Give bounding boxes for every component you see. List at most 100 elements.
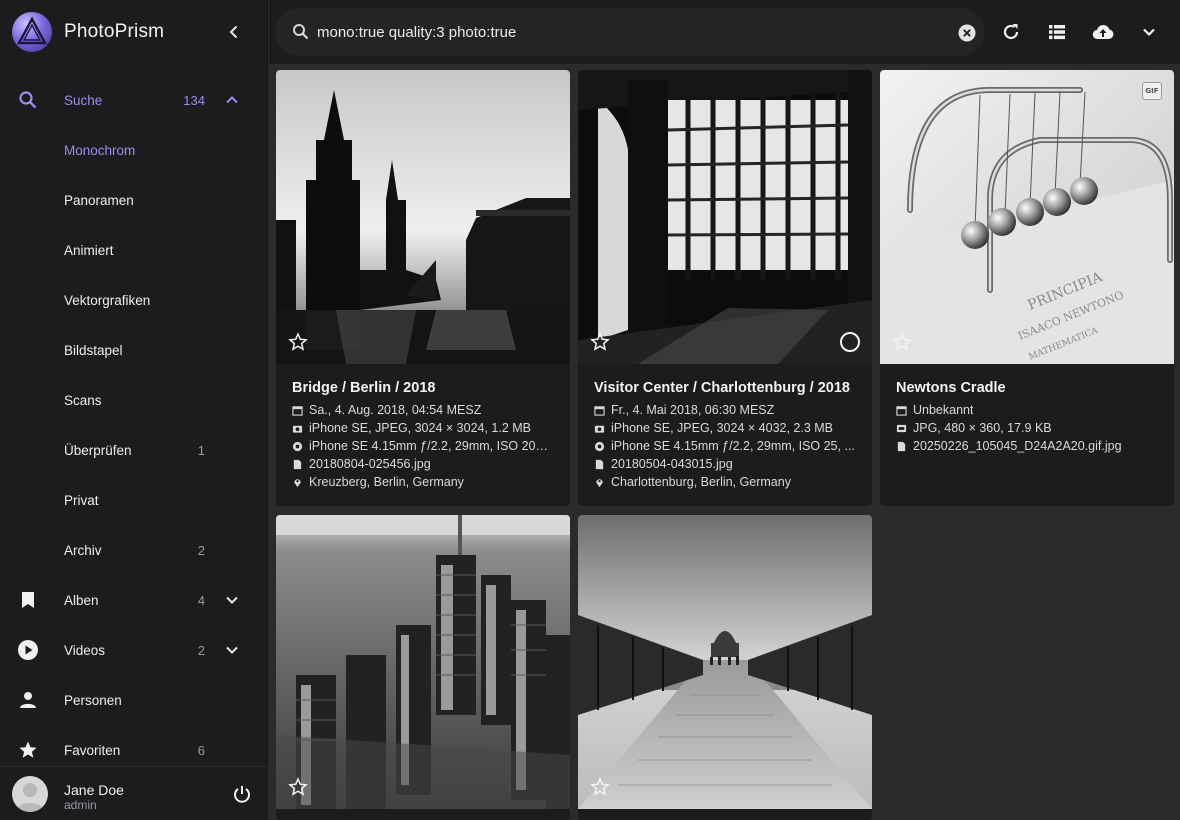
sidebar-item-scans[interactable]: Scans [0,375,268,425]
photo-thumbnail[interactable] [578,515,872,809]
refresh-icon [1003,24,1019,40]
photo-file-info: iPhone SE, JPEG, 3024 × 4032, 2.3 MB [594,419,856,437]
search-input[interactable] [317,20,937,44]
brand[interactable]: PhotoPrism [0,0,268,64]
photo-camera-details: iPhone SE 4.15mm ƒ/2.2, 29mm, ISO 25, ..… [594,437,856,455]
aperture-icon [292,441,303,451]
sidebar-item-label: Monochrom [64,142,136,158]
sidebar-item-label: Favoriten [64,742,121,758]
logout-button[interactable] [230,782,254,806]
photo-thumbnail[interactable]: PRINCIPIA ISAACO NEWTONO MATHEMATICA [880,70,1174,364]
star-icon [17,739,39,761]
sidebar-item-label: Animiert [64,242,114,258]
gif-badge: GIF [1142,82,1162,100]
photo-thumbnail[interactable] [578,70,872,364]
chevron-left-icon [229,25,238,39]
search-icon [17,89,39,111]
map-pin-icon [294,478,301,487]
photo-filename: 20250226_105045_D24A2A20.gif.jpg [896,437,1158,455]
photo-bridge-berlin [276,70,570,364]
sidebar-item-count: 6 [197,742,205,758]
sidebar-item-animated[interactable]: Animiert [0,225,268,275]
clear-search-button[interactable] [957,23,977,43]
sidebar-nav: Suche 134 Monochrom Panoramen Animiert V… [0,75,268,775]
collapse-sidebar-button[interactable] [222,20,246,44]
search-bar[interactable] [275,8,985,56]
sidebar-item-review[interactable]: Überprüfen 1 [0,425,268,475]
chevron-up-icon[interactable] [222,90,242,110]
power-icon [234,786,250,803]
chevron-down-icon[interactable] [222,590,242,610]
sidebar-item-monochrome[interactable]: Monochrom [0,125,268,175]
sidebar-item-search[interactable]: Suche 134 [0,75,268,125]
photo-thumbnail[interactable] [276,70,570,364]
file-icon [897,441,906,451]
file-icon [595,459,604,469]
user-role: admin [64,798,97,812]
sidebar-item-label: Videos [64,642,106,658]
avatar[interactable] [12,776,48,812]
sidebar-item-videos[interactable]: Videos 2 [0,625,268,675]
chevron-down-icon [1143,28,1155,37]
sidebar-item-label: Überprüfen [64,442,132,458]
favorite-star-icon[interactable] [590,777,610,797]
photo-file-info: iPhone SE, JPEG, 3024 × 3024, 1.2 MB [292,419,554,437]
chevron-down-icon[interactable] [222,640,242,660]
favorite-star-icon[interactable] [288,777,308,797]
camera-icon [292,425,303,433]
calendar-icon [594,405,605,416]
photo-title: Visitor Center / Charlottenburg / 2018 [594,380,850,396]
photo-card[interactable]: Bridge / Berlin / 2018 Sa., 4. Aug. 2018… [276,70,570,506]
photo-card[interactable]: PRINCIPIA ISAACO NEWTONO MATHEMATICA GIF… [880,70,1174,506]
sidebar-item-label: Panoramen [64,192,134,208]
favorite-star-icon[interactable] [590,332,610,352]
sidebar-item-albums[interactable]: Alben 4 [0,575,268,625]
user-name: Jane Doe [64,782,124,798]
sidebar-item-people[interactable]: Personen [0,675,268,725]
sidebar-item-count: 2 [197,642,205,658]
user-panel[interactable]: Jane Doe admin [0,766,268,820]
sidebar-item-private[interactable]: Privat [0,475,268,525]
search-icon [291,22,311,42]
refresh-button[interactable] [999,20,1023,44]
sidebar-item-vectors[interactable]: Vektorgrafiken [0,275,268,325]
photo-camera-details: iPhone SE 4.15mm ƒ/2.2, 29mm, ISO 200,..… [292,437,554,455]
sidebar-item-archive[interactable]: Archiv 2 [0,525,268,575]
photo-visitor-center [578,70,872,364]
photo-date: Fr., 4. Mai 2018, 06:30 MESZ [594,401,856,419]
photo-card[interactable]: Visitor Center / Charlottenburg / 2018 F… [578,70,872,506]
photo-thumbnail[interactable] [276,515,570,809]
sidebar-item-panoramas[interactable]: Panoramen [0,175,268,225]
photo-newtons-cradle: PRINCIPIA ISAACO NEWTONO MATHEMATICA [880,70,1174,364]
app-name: PhotoPrism [64,21,165,42]
favorite-star-icon[interactable] [892,332,912,352]
photo-title: Bridge / Berlin / 2018 [292,380,436,396]
sidebar-item-label: Archiv [64,542,102,558]
photo-filename: 20180504-043015.jpg [594,455,856,473]
photo-location[interactable]: Charlottenburg, Berlin, Germany [594,473,856,491]
favorite-star-icon[interactable] [288,332,308,352]
play-circle-icon [17,639,39,661]
calendar-icon [896,405,907,416]
photo-millennium-bridge [578,515,872,809]
close-circle-icon [958,24,976,42]
sidebar-item-count: 1 [197,442,205,458]
sidebar-item-label: Privat [64,492,99,508]
photoprism-logo [12,12,52,52]
photo-card[interactable] [578,515,872,820]
upload-button[interactable] [1091,20,1115,44]
photo-location[interactable]: Kreuzberg, Berlin, Germany [292,473,554,491]
person-icon [17,689,39,711]
sidebar-item-label: Scans [64,392,102,408]
select-checkbox[interactable] [840,332,860,352]
map-pin-icon [596,478,603,487]
photo-filename: 20180804-025456.jpg [292,455,554,473]
photo-city-skyline [276,515,570,809]
sidebar-item-stacks[interactable]: Bildstapel [0,325,268,375]
photo-card[interactable] [276,515,570,820]
list-view-button[interactable] [1045,20,1069,44]
expand-toolbar-button[interactable] [1137,20,1161,44]
aperture-icon [594,441,605,451]
list-view-icon [1049,25,1065,40]
camera-icon [594,425,605,433]
